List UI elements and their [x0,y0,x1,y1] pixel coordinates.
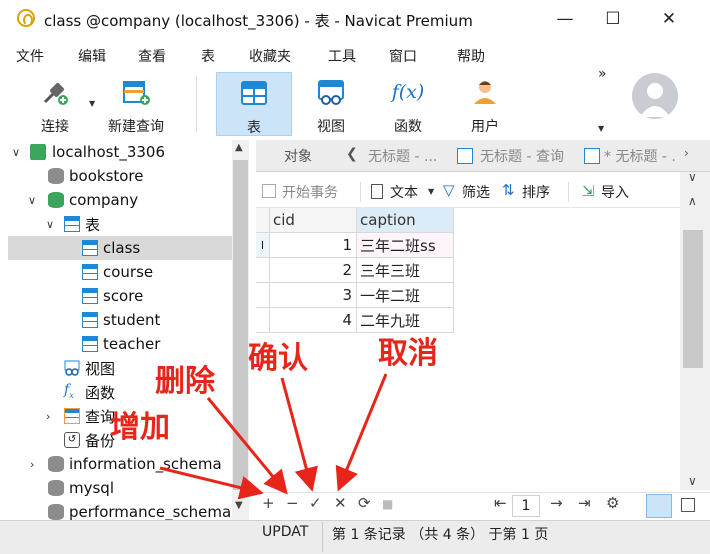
arrow-to-delete [206,397,288,495]
arrow-to-add [159,466,264,500]
arrow-to-cancel [335,373,388,492]
annotation-arrows [159,373,388,500]
arrow-to-confirm [280,377,318,492]
